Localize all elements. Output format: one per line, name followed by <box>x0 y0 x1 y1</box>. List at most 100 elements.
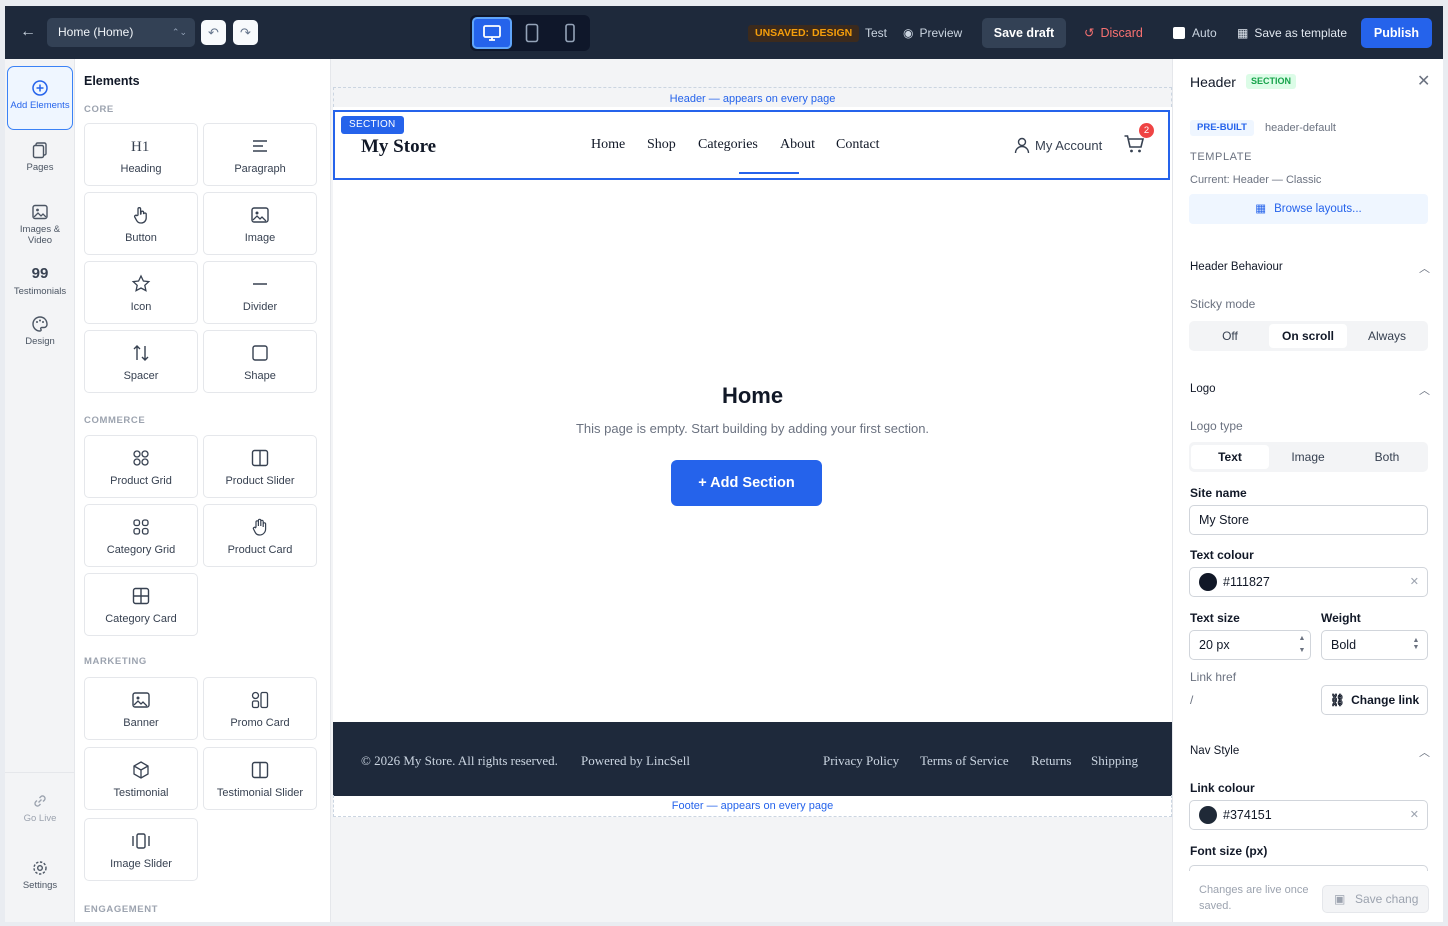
desktop-view-button[interactable] <box>472 17 512 49</box>
nav-home[interactable]: Home <box>591 137 625 153</box>
chevron-updown-icon: ▲ ▼ <box>1412 637 1420 651</box>
tile-image-label: Image <box>244 232 276 244</box>
add-section-button[interactable]: + Add Section <box>671 460 822 506</box>
tile-heading[interactable]: H1 Heading <box>84 123 198 186</box>
test-button[interactable]: Test <box>865 26 887 40</box>
logo-type-label: Logo type <box>1190 419 1243 433</box>
link-colour-swatch[interactable] <box>1199 806 1217 824</box>
footer-powered-by: Powered by LincSell <box>581 753 691 768</box>
my-account-link[interactable]: My Account <box>1013 136 1102 154</box>
square-icon <box>252 345 268 361</box>
tile-image[interactable]: Image <box>203 192 317 255</box>
nav-style-heading[interactable]: Nav Style <box>1190 745 1239 757</box>
header-behaviour-heading[interactable]: Header Behaviour <box>1190 261 1283 273</box>
tile-testimonial-slider-label: Testimonial Slider <box>216 787 304 799</box>
stepper-icon[interactable]: ▲ ▼ <box>1297 633 1307 657</box>
image-icon <box>32 204 48 220</box>
nav-about[interactable]: About <box>780 137 815 153</box>
tile-product-card[interactable]: Product Card <box>203 504 317 567</box>
logo-type-text-option[interactable]: Text <box>1191 445 1269 469</box>
header-zone-hint: Header — appears on every page <box>669 93 836 105</box>
text-size-input[interactable]: 20 px ▲ ▼ <box>1189 630 1311 660</box>
tablet-view-button[interactable] <box>512 17 552 49</box>
sticky-off-option[interactable]: Off <box>1191 324 1269 348</box>
tile-image-slider[interactable]: Image Slider <box>84 818 198 881</box>
sticky-on-scroll-option[interactable]: On scroll <box>1269 324 1347 348</box>
tile-spacer[interactable]: Spacer <box>84 330 198 393</box>
tile-promo-card[interactable]: Promo Card <box>203 677 317 740</box>
back-arrow-icon[interactable]: ← <box>19 23 37 41</box>
chevron-up-icon[interactable]: ︿ <box>1419 744 1430 760</box>
nav-shop[interactable]: Shop <box>647 137 676 153</box>
rail-go-live-label: Go Live <box>23 813 57 824</box>
discard-button[interactable]: ↺ Discard <box>1084 26 1143 40</box>
footer-link-terms[interactable]: Terms of Service <box>920 753 1009 769</box>
save-draft-button[interactable]: Save draft <box>982 18 1066 48</box>
save-changes-button[interactable]: ▣ Save chang <box>1322 885 1429 913</box>
clear-icon[interactable]: ✕ <box>1410 801 1419 829</box>
redo-button[interactable]: ↷ <box>233 20 258 45</box>
tile-product-grid[interactable]: Product Grid <box>84 435 198 498</box>
cart-icon[interactable] <box>1123 134 1145 154</box>
tile-product-slider[interactable]: Product Slider <box>203 435 317 498</box>
site-name-input[interactable]: My Store <box>1189 505 1428 535</box>
publish-button[interactable]: Publish <box>1361 18 1432 48</box>
site-header-section[interactable]: SECTION My Store Home Shop Categories Ab… <box>333 110 1170 180</box>
inspector-panel: Header SECTION ✕ PRE-BUILT header-defaul… <box>1172 59 1443 922</box>
tile-testimonial[interactable]: Testimonial <box>84 747 198 810</box>
rail-testimonials[interactable]: 99 Testimonials <box>7 265 73 297</box>
footer-link-shipping[interactable]: Shipping <box>1091 753 1138 769</box>
tile-shape[interactable]: Shape <box>203 330 317 393</box>
tile-paragraph[interactable]: Paragraph <box>203 123 317 186</box>
rail-go-live[interactable]: Go Live <box>7 792 73 824</box>
change-link-button[interactable]: ⛓ Change link <box>1321 685 1428 715</box>
template-icon: ▦ <box>1237 26 1249 40</box>
weight-select[interactable]: Bold ▲ ▼ <box>1321 630 1428 660</box>
tile-banner[interactable]: Banner <box>84 677 198 740</box>
tile-divider[interactable]: Divider <box>203 261 317 324</box>
rail-add-elements[interactable]: Add Elements <box>7 66 73 130</box>
text-colour-swatch[interactable] <box>1199 573 1217 591</box>
clear-icon[interactable]: ✕ <box>1410 568 1419 596</box>
undo-button[interactable]: ↶ <box>201 20 226 45</box>
tile-button[interactable]: Button <box>84 192 198 255</box>
tile-icon-label: Icon <box>130 301 152 313</box>
logo-heading[interactable]: Logo <box>1190 383 1216 395</box>
rail-pages[interactable]: Pages <box>7 141 73 173</box>
nav-categories[interactable]: Categories <box>698 137 758 153</box>
close-icon[interactable]: ✕ <box>1417 71 1430 91</box>
chevron-updown-icon: ⌃⌄ <box>171 27 187 37</box>
rail-settings[interactable]: Settings <box>7 859 73 891</box>
footer-link-returns[interactable]: Returns <box>1031 753 1071 769</box>
chevron-up-icon[interactable]: ︿ <box>1419 382 1430 398</box>
link-href-label: Link href <box>1190 670 1237 684</box>
image-icon <box>251 207 269 223</box>
paragraph-icon <box>253 140 267 152</box>
text-colour-input[interactable]: #111827 ✕ <box>1189 567 1428 597</box>
save-as-template-button[interactable]: ▦ Save as template <box>1237 26 1347 40</box>
browse-layouts-button[interactable]: ▦ Browse layouts... <box>1189 194 1428 224</box>
heading-icon: H1 <box>131 139 149 155</box>
auto-checkbox[interactable] <box>1173 27 1185 39</box>
site-footer-section[interactable]: © 2026 My Store. All rights reserved. Po… <box>333 722 1172 796</box>
font-size-input[interactable] <box>1189 865 1428 871</box>
link-colour-input[interactable]: #374151 ✕ <box>1189 800 1428 830</box>
tile-category-card[interactable]: Category Card <box>84 573 198 636</box>
logo-type-both-option[interactable]: Both <box>1348 445 1426 469</box>
nav-contact[interactable]: Contact <box>836 137 880 153</box>
rail-settings-label: Settings <box>22 880 58 891</box>
tile-icon[interactable]: Icon <box>84 261 198 324</box>
page-select[interactable]: Home (Home) ⌃⌄ <box>47 18 195 47</box>
chevron-up-icon[interactable]: ︿ <box>1419 260 1430 276</box>
logo-type-image-option[interactable]: Image <box>1269 445 1347 469</box>
link-icon: ⛓ <box>1329 693 1346 707</box>
rail-design[interactable]: Design <box>7 315 73 347</box>
mobile-view-button[interactable] <box>550 17 590 49</box>
tile-testimonial-slider[interactable]: Testimonial Slider <box>203 747 317 810</box>
tile-category-grid[interactable]: Category Grid <box>84 504 198 567</box>
rail-images-video[interactable]: Images & Video <box>7 203 73 246</box>
sticky-always-option[interactable]: Always <box>1348 324 1426 348</box>
preview-button[interactable]: ◉ Preview <box>903 26 962 40</box>
footer-link-privacy[interactable]: Privacy Policy <box>823 753 899 769</box>
site-logo[interactable]: My Store <box>361 136 436 158</box>
